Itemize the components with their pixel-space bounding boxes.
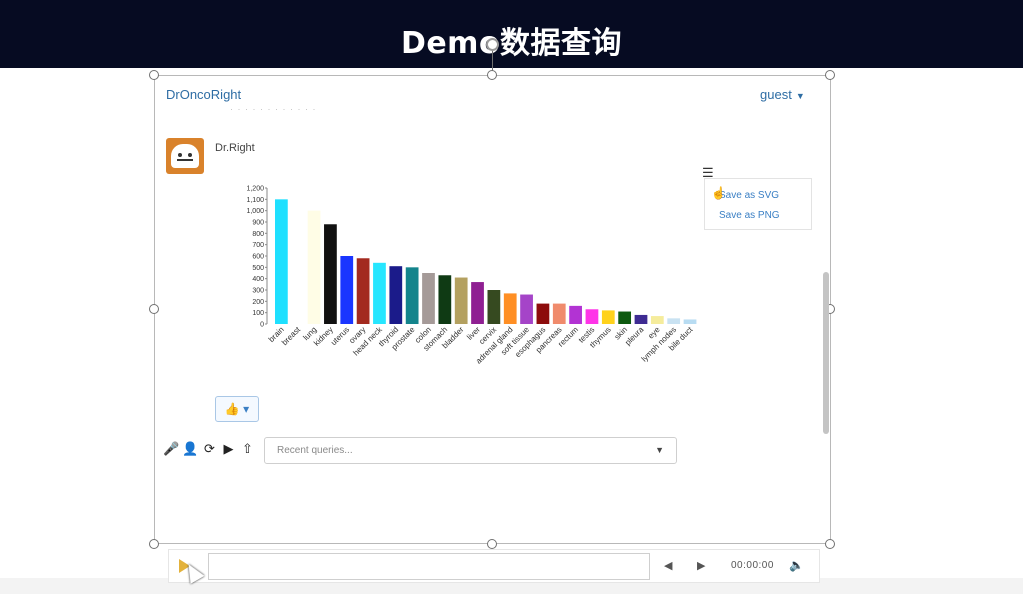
bar-soft-tissue[interactable] [520,294,533,324]
resize-handle-bottom-left[interactable] [149,539,159,549]
y-tick-label: 700 [252,242,264,249]
bar-liver[interactable] [471,282,484,324]
recent-queries-placeholder: Recent queries... [277,445,353,456]
microphone-icon[interactable]: 🎤 [162,441,181,457]
y-tick-label: 1,100 [246,197,264,204]
thumbs-up-icon: 👍 [224,402,240,416]
seek-track[interactable] [208,553,650,580]
pointer-cursor-icon: ☝ [711,186,726,200]
bar-uterus[interactable] [340,256,354,324]
bar-head-neck[interactable] [373,262,386,324]
bar-pancreas[interactable] [552,303,566,324]
caret-down-icon: ▾ [243,402,250,416]
bar-rectum[interactable] [569,305,582,324]
bar-adrenal-gland[interactable] [503,293,517,324]
y-tick-label: 300 [252,288,264,295]
video-banner: Demo数据查询 [0,0,1023,68]
play-circle-icon[interactable]: ▶ [219,441,238,457]
user-menu[interactable]: guest ▼ [760,87,805,102]
next-frame-icon[interactable]: ▶ [697,559,705,572]
resize-handle-bottom-right[interactable] [825,539,835,549]
bar-bile-duct[interactable] [683,319,697,324]
video-player-bar: ◀ ▶ 00:00:00 🔈 [168,549,820,583]
caret-down-icon: ▼ [655,445,664,455]
caret-down-icon: ▼ [795,91,805,101]
x-tick-label: uterus [329,325,351,347]
bot-avatar [166,138,204,174]
x-tick-label: pleura [623,325,645,347]
y-tick-label: 1,000 [246,208,264,215]
y-tick-label: 200 [252,299,264,306]
bar-bladder[interactable] [454,277,468,324]
bar-pleura[interactable] [634,314,648,324]
resize-handle-top-right[interactable] [825,70,835,80]
bar-chart-svg: 0 100 200 300 400 500 600 700 800 900 1,000 1,100 1,… [246,186,697,366]
banner-title: Demo数据查询 [400,26,623,61]
resize-handle-top[interactable] [487,70,497,80]
bar-breast[interactable] [291,322,305,324]
app-name-link[interactable]: DrOncoRight [166,87,241,102]
bar-prostate[interactable] [405,267,419,324]
player-time: 00:00:00 [731,560,774,571]
bar-chart: 0 100 200 300 400 500 600 700 800 900 1,000 1,100 1,… [225,178,720,370]
volume-icon[interactable]: 🔈 [789,558,804,572]
feedback-button[interactable]: 👍 ▾ [215,396,259,422]
rotate-handle[interactable] [486,38,499,51]
bar-skin[interactable] [618,311,632,324]
bar-brain[interactable] [275,199,288,324]
resize-handle-bottom[interactable] [487,539,497,549]
previous-frame-icon[interactable]: ◀ [664,559,672,572]
bot-name: Dr.Right [215,142,255,154]
x-tick-label: breast [280,325,303,348]
bar-kidney[interactable] [324,224,337,324]
y-tick-label: 400 [252,276,264,283]
add-user-icon[interactable]: 👤 [181,441,200,457]
bar-stomach[interactable] [438,275,452,324]
user-name: guest [760,87,792,102]
bar-lung[interactable] [307,210,321,324]
resize-handle-top-left[interactable] [149,70,159,80]
refresh-icon[interactable]: ⟳ [200,441,219,457]
save-as-svg-item[interactable]: Save as SVG [719,190,779,201]
y-tick-label: 900 [252,220,264,227]
save-as-png-item[interactable]: Save as PNG [719,210,780,221]
bar-ovary[interactable] [356,258,370,324]
resize-handle-left[interactable] [149,304,159,314]
y-tick-label: 1,200 [246,186,264,193]
y-tick-label: 0 [260,322,264,329]
upload-icon[interactable]: ⇧ [238,441,257,457]
recent-queries-select[interactable]: Recent queries... ▼ [264,437,677,464]
y-tick-label: 800 [252,231,264,238]
robot-icon [171,144,199,168]
input-toolbar: 🎤 👤 ⟳ ▶ ⇧ [162,441,257,457]
bar-testis[interactable] [585,309,599,324]
y-tick-label: 100 [252,310,264,317]
y-tick-label: 500 [252,265,264,272]
bar-colon[interactable] [422,273,435,324]
bar-thymus[interactable] [601,310,615,324]
previous-message-fragment: · · · · · · · · · · · · [230,104,317,114]
bar-esophagus[interactable] [536,303,550,324]
bar-cervix[interactable] [487,290,501,324]
y-tick-label: 600 [252,254,264,261]
bar-eye[interactable] [650,316,664,324]
bar-thyroid[interactable] [389,266,403,324]
vertical-scrollbar[interactable] [823,272,829,434]
bar-lymph-nodes[interactable] [667,318,681,324]
